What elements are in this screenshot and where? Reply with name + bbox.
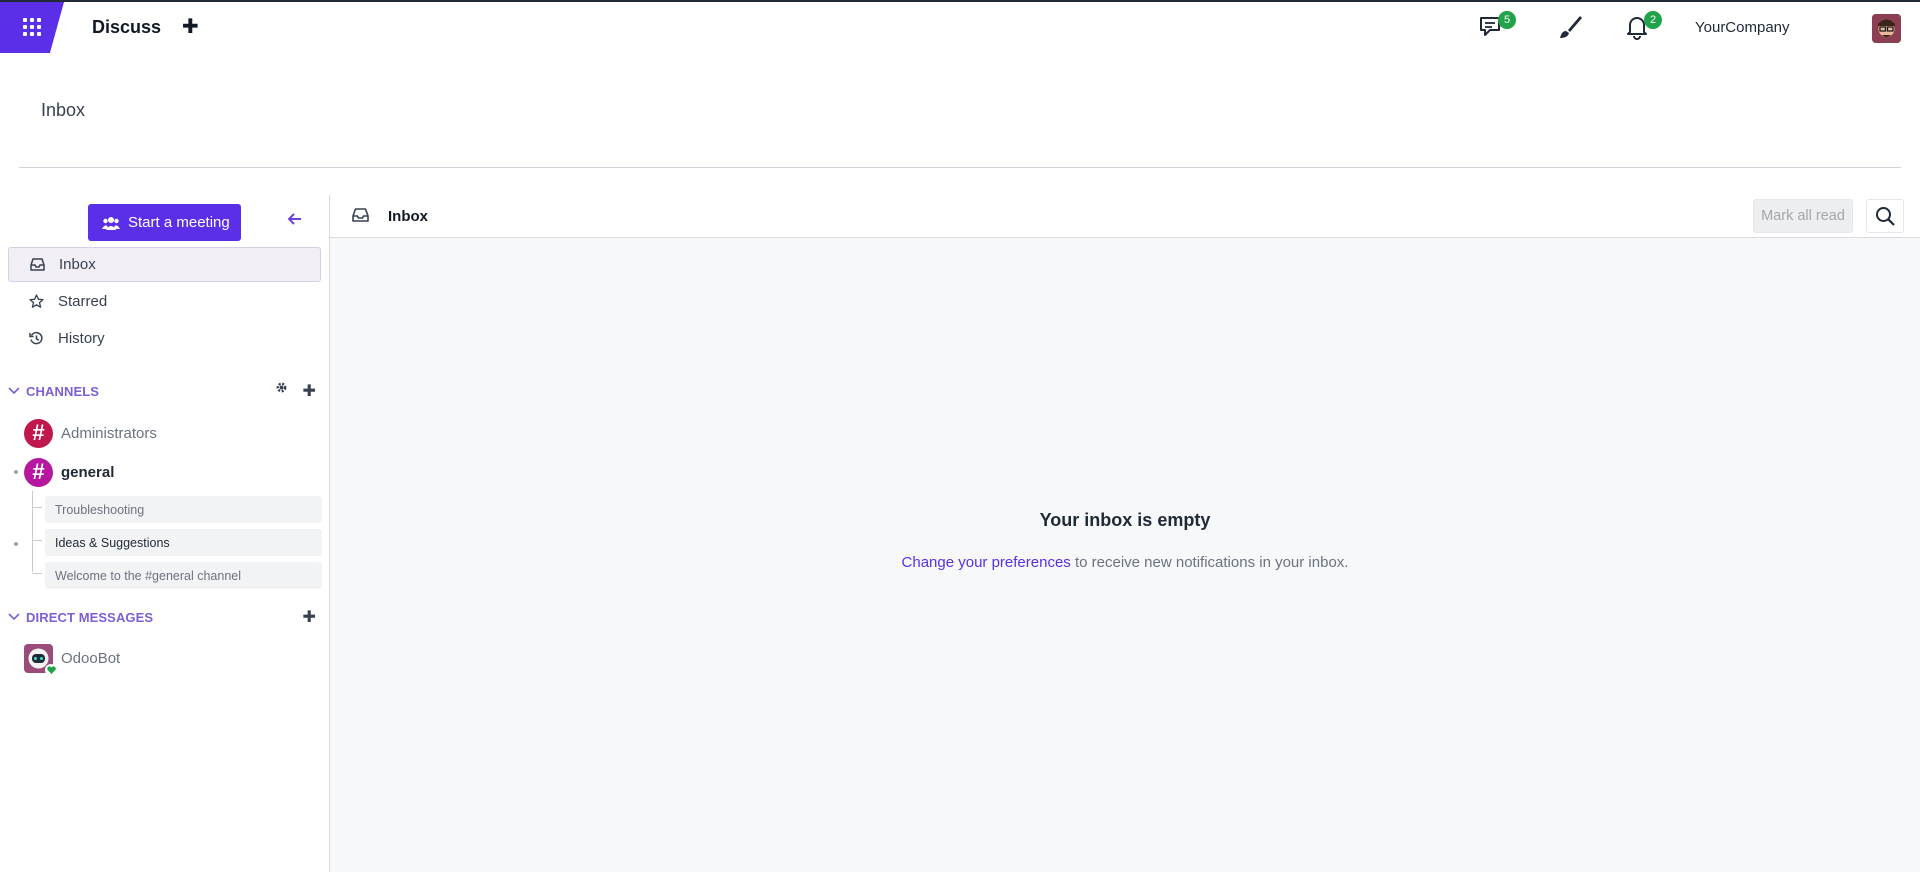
thread-item-troubleshooting[interactable]: Troubleshooting	[45, 496, 322, 523]
discuss-sidebar: Start a meeting Inbox Starred History CH…	[0, 195, 330, 872]
dm-item-odoobot[interactable]: OdooBot	[24, 642, 320, 676]
channels-category-header: CHANNELS ✚	[8, 379, 324, 403]
direct-messages-category-header: DIRECT MESSAGES ✚	[8, 605, 324, 629]
channel-name: general	[61, 463, 115, 481]
thread-name: Welcome to the #general channel	[55, 568, 241, 583]
thread-name: Troubleshooting	[55, 502, 145, 517]
start-meeting-button[interactable]: Start a meeting	[88, 204, 241, 241]
channel-name: Administrators	[61, 424, 157, 442]
thread-header: Inbox Mark all read	[330, 195, 1920, 238]
online-status-icon	[45, 663, 57, 676]
users-icon	[102, 216, 120, 230]
direct-messages-category-label[interactable]: DIRECT MESSAGES	[26, 610, 153, 625]
thread-item-ideas-suggestions[interactable]: Ideas & Suggestions	[45, 529, 322, 556]
app-menu-button[interactable]	[0, 2, 64, 53]
channel-item-general[interactable]: # general	[24, 456, 320, 488]
empty-inbox-message: Change your preferences to receive new n…	[330, 554, 1920, 571]
chevron-down-icon[interactable]	[8, 384, 22, 398]
arrow-left-icon	[287, 213, 301, 225]
empty-inbox-message-text: to receive new notifications in your inb…	[1070, 554, 1349, 571]
user-avatar-icon	[1872, 14, 1901, 43]
notifications-button[interactable]: 2	[1624, 11, 1662, 44]
star-icon	[28, 294, 44, 310]
grid-icon	[23, 18, 43, 38]
hashtag-icon: #	[24, 418, 53, 448]
channels-category-label[interactable]: CHANNELS	[26, 384, 99, 399]
change-preferences-link[interactable]: Change your preferences	[902, 554, 1071, 571]
breadcrumb: Inbox	[41, 100, 86, 120]
add-direct-message-icon[interactable]: ✚	[302, 607, 316, 627]
add-channel-icon[interactable]: ✚	[302, 381, 316, 401]
search-button[interactable]	[1866, 199, 1904, 233]
thread-tree-line	[32, 491, 42, 572]
mark-all-read-button[interactable]: Mark all read	[1753, 199, 1853, 233]
sidebar-item-history[interactable]: History	[8, 321, 321, 356]
thread-name: Ideas & Suggestions	[55, 535, 170, 550]
inbox-icon	[352, 208, 369, 227]
thread-panel: Inbox Mark all read Your inbox is empty …	[330, 195, 1920, 872]
divider	[19, 167, 1901, 168]
odoobot-avatar	[24, 643, 57, 676]
start-meeting-label: Start a meeting	[128, 214, 230, 231]
unread-dot	[14, 542, 18, 546]
thread-title: Inbox	[388, 208, 428, 225]
plus-icon[interactable]: ✚	[182, 14, 199, 39]
sidebar-item-label: History	[58, 330, 105, 347]
hashtag-icon: #	[24, 457, 53, 487]
top-navbar: Discuss ✚ 5 2 YourCompany	[0, 0, 1920, 53]
theme-brush-button[interactable]	[1556, 14, 1588, 44]
empty-inbox-title: Your inbox is empty	[1039, 510, 1211, 530]
dm-name: OdooBot	[61, 649, 121, 667]
user-avatar[interactable]	[1872, 14, 1901, 43]
app-title[interactable]: Discuss	[92, 17, 161, 38]
collapse-sidebar-button[interactable]	[287, 212, 302, 230]
sidebar-item-starred[interactable]: Starred	[8, 284, 321, 319]
company-switcher[interactable]: YourCompany	[1695, 19, 1790, 36]
notifications-count-badge: 2	[1644, 11, 1662, 29]
gear-icon[interactable]	[275, 381, 288, 401]
inbox-icon	[29, 257, 45, 273]
paint-brush-icon	[1560, 16, 1582, 38]
sidebar-item-label: Starred	[58, 293, 108, 310]
chevron-down-icon[interactable]	[8, 610, 22, 624]
sidebar-item-inbox[interactable]: Inbox	[8, 247, 321, 282]
messaging-menu-button[interactable]: 5	[1478, 11, 1516, 44]
history-icon	[28, 331, 44, 347]
search-icon	[1876, 207, 1895, 226]
thread-item-welcome-general[interactable]: Welcome to the #general channel	[45, 562, 322, 589]
sidebar-item-label: Inbox	[59, 256, 96, 273]
channel-item-administrators[interactable]: # Administrators	[24, 417, 320, 449]
messages-count-badge: 5	[1498, 11, 1516, 29]
control-panel: Inbox	[0, 53, 1920, 169]
unread-dot	[14, 470, 18, 474]
